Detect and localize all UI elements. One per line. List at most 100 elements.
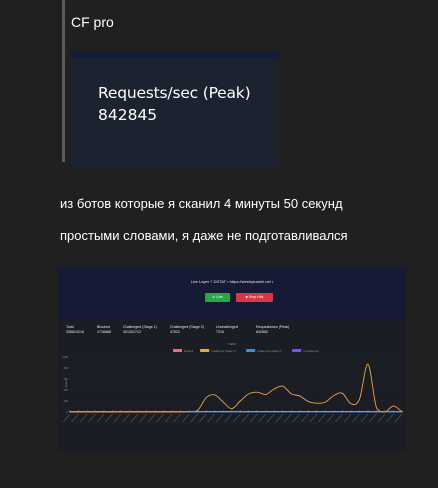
- y-tick-label: 800: [64, 366, 69, 370]
- x-tick-label: [360, 413, 369, 423]
- x-tick-label: [105, 413, 113, 423]
- stat-blocked: Blocked 1716868: [97, 325, 111, 334]
- chart-title: Traffic: [228, 342, 237, 346]
- data-point: [145, 410, 148, 413]
- legend-swatch[interactable]: [246, 349, 256, 352]
- data-point: [222, 410, 225, 413]
- x-tick-label: [232, 413, 241, 423]
- data-point: [120, 410, 122, 413]
- data-point: [384, 410, 386, 413]
- stat-label: Requests/sec (Peak): [256, 325, 290, 329]
- data-point: [205, 410, 208, 413]
- stats-row: Total 335824216 Blocked 1716868 Challeng…: [66, 325, 396, 339]
- stat-label: Unchallenged: [216, 325, 238, 329]
- data-point: [281, 410, 284, 413]
- chart-series: [69, 363, 403, 413]
- data-point: [358, 410, 361, 413]
- data-point: [196, 410, 199, 413]
- legend-label: Challenged (Stage 2): [257, 349, 282, 353]
- data-point: [137, 410, 140, 413]
- stat-value: 842852: [256, 329, 268, 334]
- data-point: [264, 410, 267, 413]
- stat-value: 335824216: [66, 329, 84, 334]
- data-point: [94, 410, 97, 413]
- legend-swatch[interactable]: [200, 349, 210, 352]
- stat-challenged-stage1: Challenged (Stage 1) 301302712: [123, 325, 157, 334]
- x-tick-label: [224, 413, 233, 423]
- live-button[interactable]: ⊙ Live: [205, 293, 230, 302]
- x-tick-label: [292, 413, 301, 423]
- data-point: [188, 410, 191, 413]
- data-point: [162, 410, 165, 413]
- traffic-chart[interactable]: Traffic Value Blocked Challenged (Stage 1…: [58, 338, 406, 451]
- data-point: [375, 410, 378, 413]
- stat-value: 47622: [170, 329, 180, 334]
- data-point: [69, 410, 71, 413]
- message-text-2: простыми словами, я даже не подготавлива…: [60, 228, 348, 243]
- x-tick-label: [369, 413, 377, 423]
- data-point: [77, 410, 80, 413]
- y-tick-label: 1000: [62, 355, 68, 359]
- data-point: [103, 410, 105, 413]
- x-tick-label: [190, 413, 198, 423]
- x-tick-label: [71, 413, 79, 423]
- x-tick-label: [335, 413, 343, 423]
- card-title: Requests/sec (Peak): [98, 84, 251, 102]
- data-point: [298, 410, 301, 413]
- x-tick-label: [318, 413, 326, 423]
- chart-legend: Blocked Challenged (Stage 1) Challenged (S…: [173, 349, 320, 353]
- x-axis-ticks: [62, 413, 403, 423]
- x-tick-label: [215, 413, 224, 423]
- stat-total: Total 335824216: [66, 325, 84, 334]
- x-tick-label: [326, 413, 335, 423]
- peak-requests-card: Requests/sec (Peak) 842845: [71, 52, 278, 167]
- series-line: [70, 363, 403, 413]
- chart-ylabel: Value: [64, 380, 68, 388]
- data-point: [230, 410, 233, 413]
- legend-swatch[interactable]: [173, 349, 182, 352]
- x-tick-label: [301, 413, 309, 423]
- x-tick-label: [343, 413, 352, 423]
- x-tick-label: [275, 413, 284, 423]
- stat-requests-peak: Requests/sec (Peak) 842852: [256, 325, 289, 334]
- legend-label: Unchallenged: [303, 349, 319, 353]
- dstat-dashboard-screenshot[interactable]: Live Layer 7 DSTAT • https://weebytranie…: [58, 268, 406, 451]
- x-tick-label: [394, 413, 403, 423]
- legend-label: Blocked: [184, 349, 194, 353]
- x-tick-label: [181, 413, 190, 423]
- data-point: [367, 410, 369, 413]
- legend-swatch[interactable]: [292, 349, 302, 352]
- x-tick-label: [130, 413, 139, 423]
- y-tick-label: 600: [64, 377, 69, 381]
- data-point: [392, 410, 395, 413]
- data-point: [154, 410, 157, 413]
- x-tick-label: [96, 413, 105, 423]
- x-tick-label: [249, 413, 258, 423]
- x-tick-label: [147, 413, 156, 423]
- message-text-1: из ботов которые я сканил 4 минуты 50 се…: [60, 196, 343, 211]
- data-point: [256, 410, 259, 413]
- stop-hits-button[interactable]: ■ Stop Hits: [236, 293, 273, 302]
- stat-value: 1716868: [97, 329, 111, 334]
- data-point: [179, 410, 182, 413]
- legend-label: Challenged (Stage 1): [211, 349, 236, 353]
- stat-label: Challenged (Stage 1): [123, 325, 157, 329]
- data-point: [273, 410, 276, 413]
- dashboard-title: Live Layer 7 DSTAT • https://weebytranie…: [190, 279, 274, 284]
- data-point: [128, 410, 131, 413]
- y-tick-label: 200: [64, 399, 69, 403]
- stat-challenged-stage2: Challenged (Stage 2) 47622: [170, 325, 204, 334]
- data-point: [86, 410, 88, 413]
- data-point: [290, 410, 293, 413]
- x-tick-label: [79, 413, 88, 423]
- x-tick-label: [352, 413, 360, 423]
- x-tick-label: [88, 413, 96, 423]
- data-point: [315, 410, 318, 413]
- data-point: [350, 410, 352, 413]
- data-point: [307, 410, 310, 413]
- data-point: [247, 410, 250, 413]
- x-tick-label: [241, 413, 250, 423]
- stat-label: Blocked: [97, 325, 110, 329]
- data-point: [213, 410, 216, 413]
- data-point: [401, 410, 403, 413]
